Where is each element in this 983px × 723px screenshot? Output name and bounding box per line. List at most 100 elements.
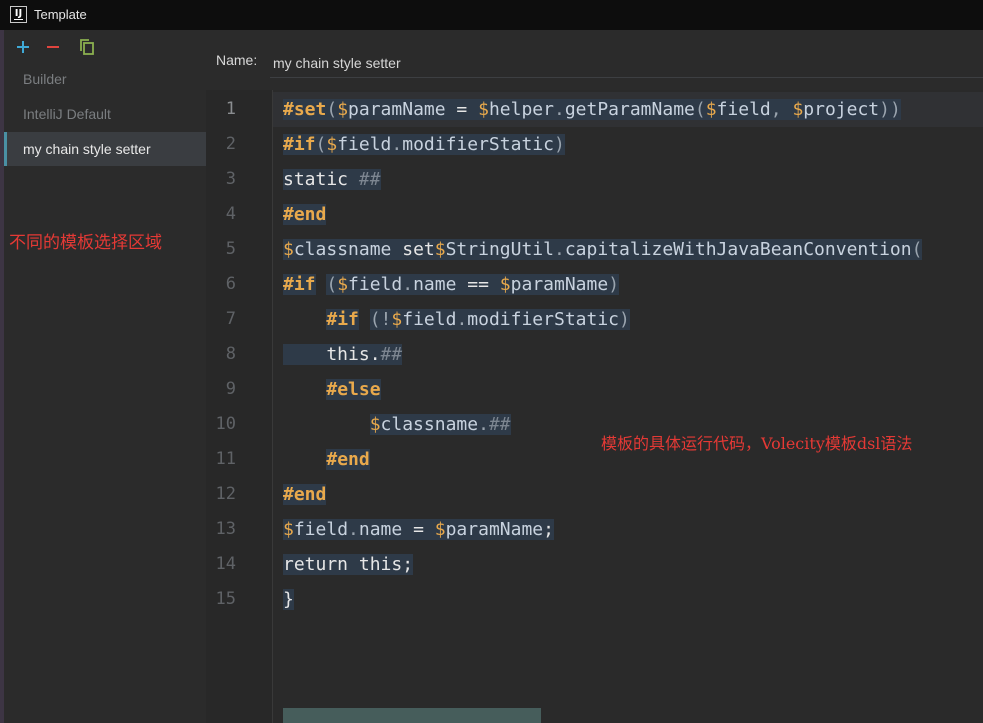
line-number: 10 [215,414,236,434]
code-token: $ [478,99,489,120]
code-token: #set [283,99,327,120]
minus-icon [47,46,59,48]
line-number: 2 [225,134,236,154]
code-token: ( [326,99,338,120]
code-line: #if ($field.name == $paramName) [283,267,620,302]
code-token: $ [337,274,349,295]
code-token: ## [380,344,403,365]
code-token: == [456,274,500,295]
code-token: } [283,589,294,610]
code-token: ) [608,274,620,295]
line-number: 8 [225,344,236,364]
code-token: paramName [348,99,446,120]
code-token: $ [369,414,381,435]
code-line: $classname set$StringUtil.capitalizeWith… [283,232,923,267]
code-token: modifierStatic [402,134,554,155]
code-token: this. [283,344,381,365]
line-number: 7 [225,309,236,329]
template-item-my-chain-style-setter[interactable]: my chain style setter [4,132,206,166]
name-row: Name: [206,30,983,90]
code-token: . [456,309,468,330]
code-token: . [478,414,489,435]
plus-icon [17,41,29,53]
line-number: 3 [225,169,236,189]
code-token: $ [434,239,446,260]
code-line: #set($paramName = $helper.getParamName($… [283,92,901,127]
code-token: project [803,99,880,120]
code-line: } [283,582,294,617]
code-token: set [391,239,435,260]
code-token: = [402,519,435,540]
code-token: $ [283,519,294,540]
line-number: 4 [225,204,236,224]
copy-template-button[interactable] [76,36,98,58]
intellij-icon: IJ [10,6,27,23]
code-token: ) [553,134,565,155]
code-area[interactable]: #set($paramName = $helper.getParamName($… [273,90,983,723]
code-token: #if [283,274,316,295]
code-token: #if [283,134,316,155]
code-token: #end [283,204,327,225]
code-token: capitalizeWithJavaBeanConvention [564,239,912,260]
code-line: #end [283,197,327,232]
annotation-template-selection: 不同的模板选择区域 [9,233,162,253]
code-token: classname [293,239,392,260]
add-template-button[interactable] [12,36,34,58]
code-token: $ [705,99,717,120]
code-token: field [716,99,771,120]
code-token: . [348,519,359,540]
annotation-template-code: 模板的具体运行代码，Volecity模板dsl语法 [601,434,913,453]
code-token: ( [694,99,706,120]
code-token: = [445,99,479,120]
template-item-builder[interactable]: Builder [4,62,206,96]
line-number: 13 [215,519,236,539]
remove-template-button[interactable] [42,36,64,58]
code-token: $ [499,274,511,295]
code-token: name [413,274,457,295]
code-token: ## [488,414,511,435]
code-line: static ## [283,162,381,197]
code-line: #if (!$field.modifierStatic) [283,302,630,337]
line-number: 15 [215,589,236,609]
code-line: $field.name = $paramName; [283,512,554,547]
code-token: $ [337,99,349,120]
horizontal-scrollbar[interactable] [283,708,541,723]
line-number: 6 [225,274,236,294]
code-token: ( [326,274,338,295]
code-token: . [402,274,414,295]
code-token: ( [315,134,327,155]
line-number: 9 [225,379,236,399]
code-line: #if($field.modifierStatic) [283,127,565,162]
code-token: (! [369,309,392,330]
template-name-input[interactable] [270,48,983,78]
code-token: return this; [283,554,414,575]
code-token: ( [911,239,923,260]
template-item-intellij-default[interactable]: IntelliJ Default [4,97,206,131]
title-bar: IJ Template [0,0,983,30]
code-line: this.## [283,337,403,372]
code-token: . [391,134,403,155]
code-editor[interactable]: 1 2 3 4 5 6 7 8 9 10 11 12 13 14 15 #set($paramName = … [206,90,983,723]
code-line: #end [283,442,370,477]
line-number: 1 [225,99,236,119]
line-number: 14 [215,554,236,574]
code-token: )) [879,99,901,120]
line-number: 12 [215,484,236,504]
code-token: classname [380,414,479,435]
code-token: #end [283,484,327,505]
code-token: name [358,519,403,540]
line-number: 11 [215,449,236,469]
copy-icon [80,39,94,55]
line-number-gutter: 1 2 3 4 5 6 7 8 9 10 11 12 13 14 15 [206,90,273,723]
code-token: $ [326,134,338,155]
code-token: ## [358,169,381,190]
code-token: . [553,99,565,120]
code-token: #if [326,309,359,330]
template-sidebar: Builder IntelliJ Default my chain style … [4,30,206,723]
code-token: ) [619,309,630,330]
